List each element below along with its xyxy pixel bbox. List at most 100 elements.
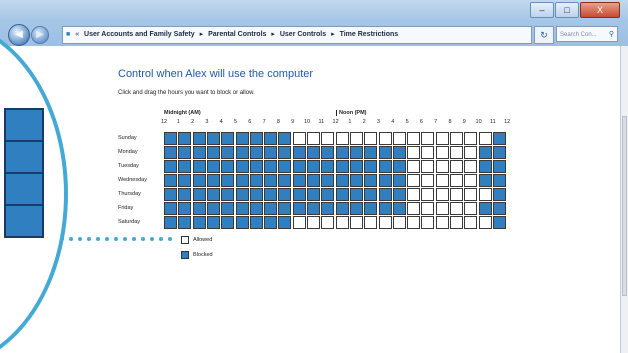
hour-cell[interactable] <box>264 174 278 187</box>
hour-cell[interactable] <box>178 146 192 159</box>
back-button[interactable]: ◀ <box>8 24 30 46</box>
hour-cell[interactable] <box>492 202 506 215</box>
hour-cell[interactable] <box>206 132 220 145</box>
hour-cell[interactable] <box>349 132 363 145</box>
hour-cell[interactable] <box>235 146 249 159</box>
hour-cell[interactable] <box>435 132 449 145</box>
hour-cell[interactable] <box>478 188 492 201</box>
hour-cell[interactable] <box>335 202 349 215</box>
hour-cell[interactable] <box>292 188 306 201</box>
hour-cell[interactable] <box>178 216 192 229</box>
hour-cell[interactable] <box>349 174 363 187</box>
hour-cell[interactable] <box>292 202 306 215</box>
hour-cell[interactable] <box>478 216 492 229</box>
hour-cell[interactable] <box>235 160 249 173</box>
hour-cell[interactable] <box>335 216 349 229</box>
hour-cell[interactable] <box>492 132 506 145</box>
hour-cell[interactable] <box>307 188 320 201</box>
hour-cell[interactable] <box>421 146 435 159</box>
hour-cell[interactable] <box>164 132 177 145</box>
hour-cell[interactable] <box>378 216 392 229</box>
hour-cell[interactable] <box>421 202 435 215</box>
hour-cell[interactable] <box>235 188 249 201</box>
hour-cell[interactable] <box>378 132 392 145</box>
hour-cell[interactable] <box>464 174 478 187</box>
hour-cell[interactable] <box>392 146 406 159</box>
hour-cell[interactable] <box>221 202 235 215</box>
hour-cell[interactable] <box>235 174 249 187</box>
hour-cell[interactable] <box>221 146 235 159</box>
maximize-button[interactable]: □ <box>555 2 579 18</box>
breadcrumb-user-controls[interactable]: User Controls <box>280 31 326 38</box>
hour-cell[interactable] <box>292 146 306 159</box>
hour-cell[interactable] <box>335 146 349 159</box>
hour-cell[interactable] <box>421 160 435 173</box>
hour-cell[interactable] <box>192 174 206 187</box>
hour-cell[interactable] <box>192 216 206 229</box>
hour-cell[interactable] <box>450 202 463 215</box>
hour-cell[interactable] <box>307 146 320 159</box>
hour-cell[interactable] <box>221 216 235 229</box>
hour-cell[interactable] <box>206 146 220 159</box>
hour-cell[interactable] <box>178 160 192 173</box>
hour-cell[interactable] <box>178 174 192 187</box>
vertical-scrollbar[interactable] <box>620 46 628 353</box>
hour-cell[interactable] <box>206 160 220 173</box>
hour-cell[interactable] <box>178 202 192 215</box>
breadcrumb-parental-controls[interactable]: Parental Controls <box>208 31 266 38</box>
minimize-button[interactable]: – <box>530 2 554 18</box>
hour-cell[interactable] <box>278 188 292 201</box>
hour-cell[interactable] <box>435 216 449 229</box>
hour-cell[interactable] <box>464 132 478 145</box>
hour-cell[interactable] <box>364 174 378 187</box>
hour-cell[interactable] <box>278 160 292 173</box>
hour-cell[interactable] <box>364 202 378 215</box>
hour-cell[interactable] <box>364 160 378 173</box>
hour-cell[interactable] <box>292 216 306 229</box>
hour-cell[interactable] <box>478 146 492 159</box>
hour-cell[interactable] <box>321 188 335 201</box>
hour-cell[interactable] <box>450 132 463 145</box>
hour-cell[interactable] <box>292 160 306 173</box>
hour-cell[interactable] <box>364 146 378 159</box>
hour-cell[interactable] <box>206 202 220 215</box>
hour-cell[interactable] <box>235 202 249 215</box>
hour-cell[interactable] <box>307 216 320 229</box>
hour-cell[interactable] <box>264 216 278 229</box>
hour-cell[interactable] <box>307 202 320 215</box>
hour-cell[interactable] <box>349 160 363 173</box>
hour-cell[interactable] <box>321 146 335 159</box>
hour-cell[interactable] <box>492 188 506 201</box>
hour-cell[interactable] <box>321 160 335 173</box>
hour-cell[interactable] <box>278 146 292 159</box>
hour-cell[interactable] <box>392 160 406 173</box>
hour-cell[interactable] <box>221 188 235 201</box>
hour-cell[interactable] <box>392 216 406 229</box>
hour-cell[interactable] <box>478 202 492 215</box>
hour-cell[interactable] <box>249 160 263 173</box>
hour-cell[interactable] <box>435 202 449 215</box>
hour-cell[interactable] <box>435 160 449 173</box>
hour-cell[interactable] <box>349 188 363 201</box>
hour-cell[interactable] <box>321 216 335 229</box>
hour-cell[interactable] <box>178 132 192 145</box>
hour-cell[interactable] <box>321 174 335 187</box>
hour-cell[interactable] <box>450 160 463 173</box>
hour-cell[interactable] <box>378 202 392 215</box>
hour-cell[interactable] <box>164 216 177 229</box>
hour-cell[interactable] <box>407 202 421 215</box>
breadcrumb-time-restrictions[interactable]: Time Restrictions <box>340 31 399 38</box>
hour-cell[interactable] <box>492 160 506 173</box>
hour-cell[interactable] <box>249 216 263 229</box>
hour-cell[interactable] <box>164 160 177 173</box>
hour-cell[interactable] <box>278 132 292 145</box>
hour-cell[interactable] <box>335 160 349 173</box>
hour-cell[interactable] <box>192 202 206 215</box>
scrollbar-thumb[interactable] <box>622 116 627 296</box>
hour-cell[interactable] <box>464 146 478 159</box>
hour-cell[interactable] <box>221 174 235 187</box>
hour-cell[interactable] <box>307 132 320 145</box>
hour-cell[interactable] <box>378 160 392 173</box>
hour-cell[interactable] <box>392 202 406 215</box>
hour-cell[interactable] <box>206 216 220 229</box>
